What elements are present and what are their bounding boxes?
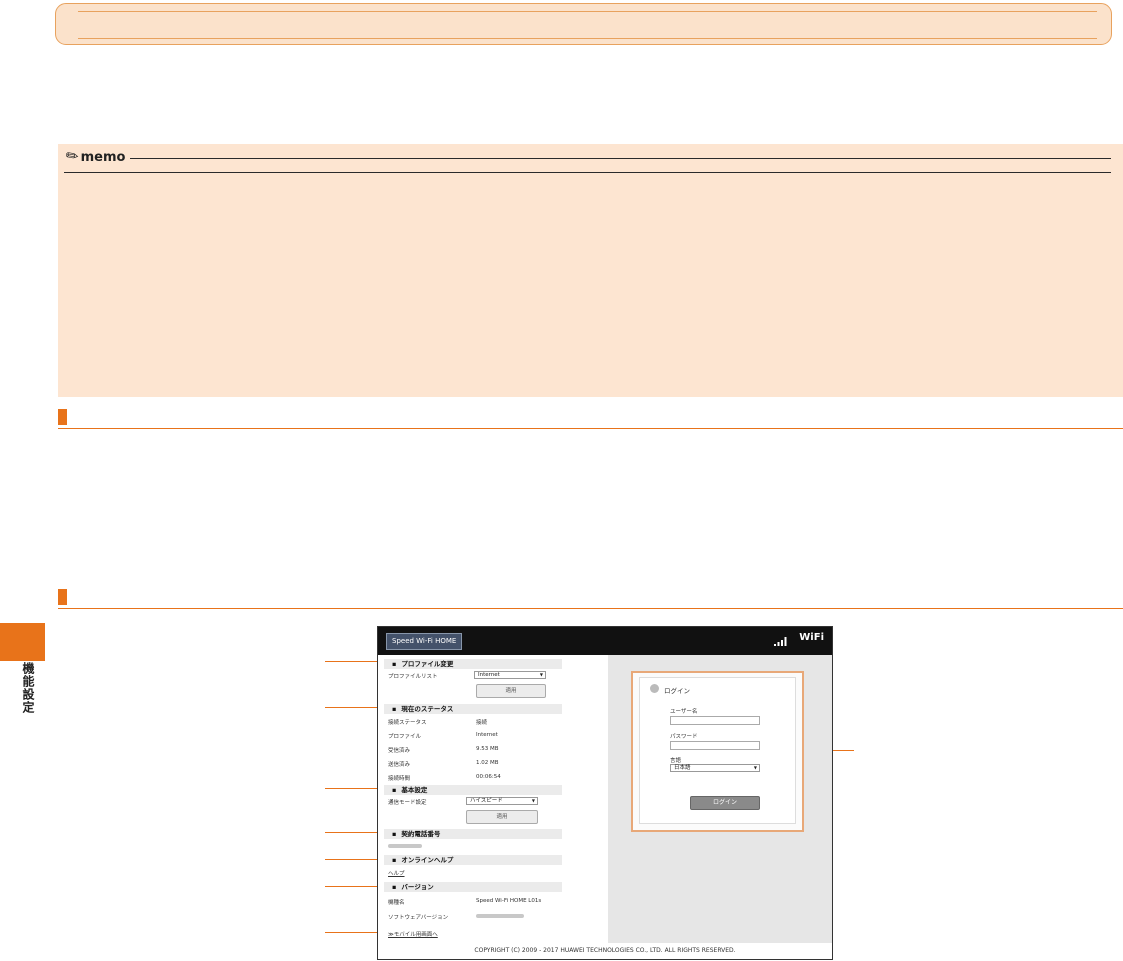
language-label: 言語 bbox=[670, 758, 682, 764]
section-rule-1 bbox=[58, 428, 1123, 429]
product-logo: Speed Wi-Fi HOME bbox=[386, 633, 463, 650]
section-bar-profile: ▪ プロファイル変更 bbox=[384, 659, 562, 669]
callout-line-1 bbox=[325, 661, 383, 662]
user-icon bbox=[650, 684, 659, 693]
section-bar-status: ▪ 現在のステータス bbox=[384, 704, 562, 714]
login-highlight: ログイン ユーザー名 パスワード 言語 日本語 ▼ ログイン bbox=[631, 671, 804, 832]
mode-label: 通信モード設定 bbox=[388, 800, 427, 806]
redacted-phone-number bbox=[388, 844, 422, 848]
profile-list-label: プロファイルリスト bbox=[388, 674, 438, 680]
version-label: 機種名 bbox=[388, 900, 405, 906]
copyright-footer: COPYRIGHT (C) 2009 - 2017 HUAWEI TECHNOL… bbox=[378, 943, 832, 959]
callout-line-4 bbox=[325, 832, 383, 833]
memo-bottom-rule bbox=[64, 172, 1111, 173]
username-input[interactable] bbox=[670, 716, 760, 725]
status-value: 接続 bbox=[476, 720, 488, 726]
login-button[interactable]: ログイン bbox=[690, 796, 760, 810]
password-input[interactable] bbox=[670, 741, 760, 750]
section-bar-basic: ▪ 基本設定 bbox=[384, 785, 562, 795]
callout-line-7 bbox=[325, 932, 383, 933]
help-link[interactable]: ヘルプ bbox=[388, 869, 405, 877]
side-tab bbox=[0, 623, 45, 661]
status-value: 1.02 MB bbox=[476, 760, 499, 766]
memo-label: ✎memo bbox=[62, 145, 126, 167]
memo-label-text: memo bbox=[80, 150, 126, 165]
section-marker-2 bbox=[58, 589, 67, 605]
status-value: Internet bbox=[476, 732, 498, 738]
version-value: Speed Wi-Fi HOME L01s bbox=[476, 898, 542, 904]
callout-line-3 bbox=[325, 788, 383, 789]
login-form: ログイン ユーザー名 パスワード 言語 日本語 ▼ ログイン bbox=[639, 677, 796, 824]
status-label: 受信済み bbox=[388, 748, 411, 754]
section-bar-phone: ▪ 契約電話番号 bbox=[384, 829, 562, 839]
mode-select[interactable]: ハイスピード ▼ bbox=[466, 797, 538, 805]
section-rule-2 bbox=[58, 608, 1123, 609]
mode-apply-button[interactable]: 適用 bbox=[466, 810, 538, 824]
title-banner bbox=[55, 3, 1112, 45]
status-value: 9.53 MB bbox=[476, 746, 499, 752]
version-label: ソフトウェアバージョン bbox=[388, 915, 449, 921]
status-label: 接続時間 bbox=[388, 776, 411, 782]
callout-line-5 bbox=[325, 859, 383, 860]
side-tab-label: 機能設定 bbox=[21, 662, 35, 714]
signal-strength-icon bbox=[774, 637, 787, 646]
status-value: 00:06:54 bbox=[476, 774, 501, 780]
language-select[interactable]: 日本語 ▼ bbox=[670, 764, 760, 772]
section-bar-version: ▪ バージョン bbox=[384, 882, 562, 892]
callout-line-6 bbox=[325, 886, 383, 887]
profile-select[interactable]: Internet ▼ bbox=[474, 671, 546, 679]
pencil-icon: ✎ bbox=[61, 145, 83, 167]
router-admin-screenshot: Speed Wi-Fi HOME WiFi ▪ プロファイル変更 プロファイルリス… bbox=[377, 626, 833, 960]
mobile-view-link[interactable]: ≫モバイル用画面へ bbox=[388, 930, 438, 938]
password-label: パスワード bbox=[670, 734, 698, 740]
section-marker-1 bbox=[58, 409, 67, 425]
username-label: ユーザー名 bbox=[670, 709, 698, 715]
callout-line-2 bbox=[325, 707, 383, 708]
status-label: 送信済み bbox=[388, 762, 411, 768]
memo-top-rule bbox=[130, 158, 1111, 159]
screenshot-header: Speed Wi-Fi HOME WiFi bbox=[378, 627, 832, 655]
banner-top-rule bbox=[78, 11, 1097, 12]
wifi-logo: WiFi bbox=[799, 632, 824, 643]
login-title: ログイン bbox=[664, 687, 690, 695]
status-label: 接続ステータス bbox=[388, 720, 427, 726]
section-bar-help: ▪ オンラインヘルプ bbox=[384, 855, 562, 865]
settings-pane: ▪ プロファイル変更 プロファイルリスト Internet ▼ 適用 ▪ 現在のステー… bbox=[378, 655, 608, 953]
status-label: プロファイル bbox=[388, 734, 422, 740]
banner-bottom-rule bbox=[78, 38, 1097, 39]
memo-box bbox=[58, 144, 1123, 397]
redacted-software-version bbox=[476, 914, 524, 918]
profile-apply-button[interactable]: 適用 bbox=[476, 684, 546, 698]
